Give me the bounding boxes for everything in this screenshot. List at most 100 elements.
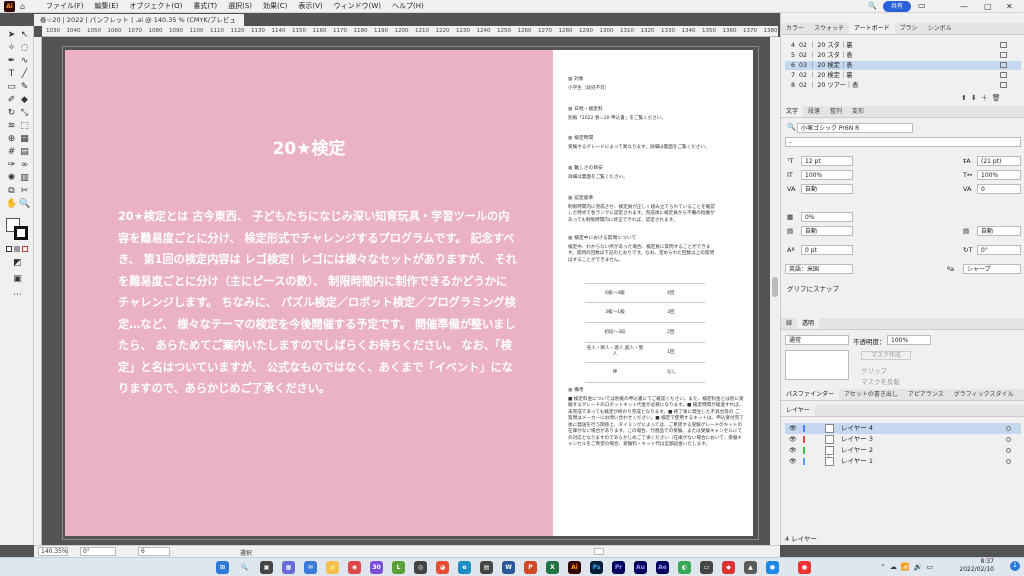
powerpoint-icon[interactable]: P (524, 561, 537, 574)
tracking-field[interactable]: 0 (977, 184, 1021, 194)
table-row[interactable]: 名人・師人・達人 超人・聖人 1回 (585, 343, 705, 363)
rectangle-tool-icon[interactable]: ▭ (6, 82, 17, 93)
make-mask-button[interactable]: マスク作成 (861, 351, 911, 360)
color-mode-icon[interactable] (6, 246, 12, 252)
none-mode-icon[interactable] (22, 246, 28, 252)
menu-item[interactable]: 効果(C) (263, 0, 287, 13)
artboard-row[interactable]: 7 02 ｜ 20 検定｜裏 (785, 71, 1021, 80)
artboard-options-icon[interactable] (1000, 42, 1007, 48)
section-difficulty[interactable]: 難しさの目安 詳細は裏面をご覧ください。 (568, 166, 718, 181)
maximize-button[interactable]: ▢ (984, 0, 992, 13)
layer-row[interactable]: 👁 レイヤー 3 (785, 434, 1021, 445)
table-row[interactable]: 3級〜1級 3回 (585, 303, 705, 323)
start-icon[interactable]: ⊞ (216, 561, 229, 574)
chrome-icon[interactable]: ◕ (436, 561, 449, 574)
blend-tool-icon[interactable]: ∞ (19, 160, 30, 171)
leading-field[interactable]: (21 pt) (977, 156, 1021, 166)
vertical-scale-field[interactable]: 100% (801, 170, 853, 180)
app-icon[interactable]: ◉ (348, 561, 361, 574)
share-button[interactable]: 共有 (883, 1, 911, 12)
rotate-tool-icon[interactable]: ↻ (6, 108, 17, 119)
tray-icons[interactable]: ⌃☁📶🔊▭ (880, 563, 937, 571)
language-select[interactable]: 英語：米国 (785, 264, 853, 274)
app-icon[interactable]: ◆ (722, 561, 735, 574)
after-effects-icon[interactable]: Ae (656, 561, 669, 574)
explorer-icon[interactable]: 📁 (326, 561, 339, 574)
artboard-options-icon[interactable] (1000, 52, 1007, 58)
paintbrush-tool-icon[interactable]: ✎ (19, 82, 30, 93)
document-tab[interactable]: 春☆20 | 2022 | パンフレット | .ai @ 140.35 % (C… (34, 14, 244, 36)
artboard-tool-icon[interactable]: ⧉ (6, 186, 17, 197)
status-mode-label[interactable]: 選択 (240, 548, 252, 557)
home-icon[interactable]: ⌂ (20, 2, 25, 11)
artboard-options-icon[interactable] (1000, 82, 1007, 88)
layer-target-icon[interactable] (1006, 437, 1011, 442)
tab-symbols[interactable]: シンボル (923, 23, 957, 34)
excel-icon[interactable]: X (546, 561, 559, 574)
app-icon[interactable]: ▭ (700, 561, 713, 574)
tab-color[interactable]: カラー (781, 23, 809, 34)
premiere-icon[interactable]: Pr (612, 561, 625, 574)
tab-artboards[interactable]: アートボード (849, 23, 895, 34)
blend-mode-select[interactable]: 通常 (785, 335, 849, 345)
evernote-icon[interactable]: ◐ (678, 561, 691, 574)
menu-item[interactable]: オブジェクト(O) (129, 0, 182, 13)
app-icon[interactable]: ● (766, 561, 779, 574)
hand-tool-icon[interactable]: ✋ (6, 199, 17, 210)
chat-icon[interactable]: ✉ (304, 561, 317, 574)
menu-item[interactable]: ヘルプ(H) (392, 0, 424, 13)
tab-paragraph[interactable]: 段落 (803, 106, 825, 117)
store-icon[interactable]: ▤ (480, 561, 493, 574)
tab-transform[interactable]: 変形 (847, 106, 869, 117)
section-questions[interactable]: 検定中における質問について 検定中、わからない所があった場合、検定員に質問するこ… (568, 236, 718, 264)
font-style-field[interactable]: - (785, 137, 1021, 147)
camera-icon[interactable]: ◎ (414, 561, 427, 574)
tab-appearance[interactable]: アピアランス (903, 389, 949, 400)
gradient-tool-icon[interactable]: ▤ (19, 147, 30, 158)
aki-left-field[interactable]: 自動 (801, 226, 853, 236)
visibility-eye-icon[interactable]: 👁 (789, 445, 797, 456)
visibility-eye-icon[interactable]: 👁 (789, 434, 797, 445)
aki-right-field[interactable]: 自動 (977, 226, 1021, 236)
tab-stroke[interactable]: 線 (781, 318, 797, 329)
menu-item[interactable]: 書式(T) (193, 0, 217, 13)
word-icon[interactable]: W (502, 561, 515, 574)
layer-target-icon[interactable] (1006, 459, 1011, 464)
audition-icon[interactable]: Au (634, 561, 647, 574)
table-row[interactable]: 神 なし (585, 363, 705, 383)
notification-badge[interactable]: 1 (1010, 561, 1020, 571)
menu-item[interactable]: ウィンドウ(W) (334, 0, 381, 13)
app-icon[interactable]: ▲ (744, 561, 757, 574)
search-icon[interactable]: 🔍 (868, 2, 877, 10)
free-transform-tool-icon[interactable]: ⬚ (19, 121, 30, 132)
transparency-thumbnail[interactable] (785, 350, 849, 380)
tab-swatches[interactable]: スウォッチ (809, 23, 849, 34)
artwork-title[interactable]: 20★検定 (65, 134, 553, 159)
eraser-tool-icon[interactable]: ◆ (19, 95, 30, 106)
section-target[interactable]: 対象 小学生（幼児不可） (568, 77, 718, 92)
artboard-actions[interactable]: ⬆⬇＋🗑 (961, 93, 1005, 103)
illustrator-icon[interactable]: Ai (568, 561, 581, 574)
section-time[interactable]: 検定時間 受験するグレードによって異なります。詳細は裏面をご覧ください。 (568, 136, 718, 151)
zoom-field[interactable]: 140.35% (38, 547, 68, 556)
artboard-options-icon[interactable] (1000, 72, 1007, 78)
tab-asset-export[interactable]: アセットの書き出し (839, 389, 903, 400)
rotate-view-field[interactable]: 0° (80, 547, 116, 556)
section-notes[interactable]: 備考 ■ 検定料金については別紙の申込書にてご確認ください。また、検定料金とは別… (568, 388, 744, 449)
scroll-thumb[interactable] (772, 277, 778, 297)
tab-character[interactable]: 文字 (781, 106, 804, 117)
gradient-mode-icon[interactable] (14, 246, 20, 252)
artboard-number-field[interactable]: 6 (138, 547, 170, 556)
screen-mode-icon[interactable]: ▣ (12, 274, 23, 285)
draw-mode-icon[interactable]: ◩ (12, 258, 23, 269)
horizontal-scroll-thumb[interactable] (594, 548, 604, 555)
notification-app-icon[interactable]: 30 (370, 561, 383, 574)
layer-row[interactable]: 👁 レイヤー 2 (785, 445, 1021, 456)
pen-tool-icon[interactable]: ✒ (6, 56, 17, 67)
more-tools-icon[interactable]: ⋯ (12, 290, 23, 301)
font-family-field[interactable]: 小塚ゴシック Pr6N R (797, 123, 913, 133)
type-tool-icon[interactable]: T (6, 69, 17, 80)
edge-icon[interactable]: e (458, 561, 471, 574)
menu-item[interactable]: ファイル(F) (46, 0, 84, 13)
tab-graphic-styles[interactable]: グラフィックスタイル (949, 389, 1019, 400)
